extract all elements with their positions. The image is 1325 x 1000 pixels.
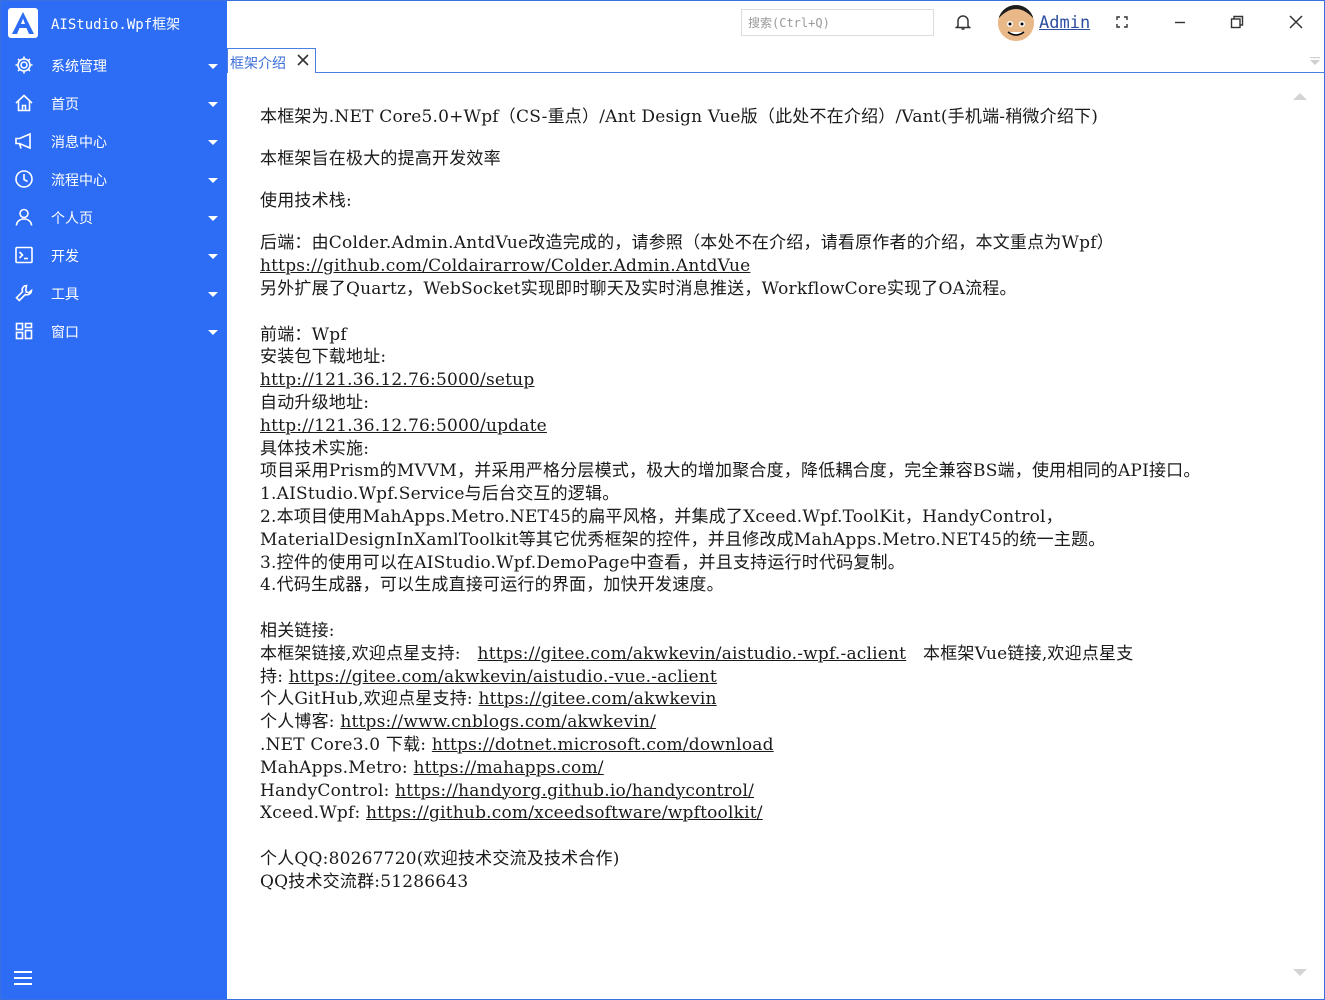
windows-icon — [14, 321, 34, 341]
sidebar-item-profile[interactable]: 个人页 — [0, 198, 227, 236]
star-links-line: 本框架链接,欢迎点星支持: https://gitee.com/akwkevin… — [260, 643, 1280, 689]
sidebar-item-workflow[interactable]: 流程中心 — [0, 160, 227, 198]
tech-stack-title: 使用技术栈: — [260, 190, 352, 211]
intro-line-1: 本框架为.NET Core5.0+Wpf（CS-重点）/Ant Design V… — [260, 107, 1099, 127]
dotnet-line: .NET Core3.0 下载: https://dotnet.microsof… — [260, 734, 1280, 757]
bell-icon[interactable] — [954, 13, 972, 31]
xceed-label: Xceed.Wpf: — [260, 803, 361, 824]
backend-link[interactable]: https://github.com/Coldairarrow/Colder.A… — [260, 256, 750, 276]
minimize-icon[interactable] — [1170, 12, 1190, 32]
tab-label: 框架介绍 — [230, 55, 286, 71]
tab-framework-intro[interactable]: 框架介绍 — [227, 48, 316, 73]
gear-icon — [14, 55, 34, 75]
links-title: 相关链接: — [260, 620, 335, 641]
search-input[interactable] — [748, 14, 927, 31]
xceed-line: Xceed.Wpf: https://github.com/xceedsoftw… — [260, 802, 1280, 825]
caret-down-icon — [208, 178, 218, 183]
sidebar-item-label: 个人页 — [51, 210, 93, 226]
search-box[interactable] — [741, 9, 934, 36]
sidebar-item-window[interactable]: 窗口 — [0, 312, 227, 350]
frontend-title: 前端：Wpf — [260, 324, 347, 345]
scroll-down-icon[interactable] — [1293, 969, 1307, 976]
sidebar-item-label: 首页 — [51, 96, 79, 112]
caret-down-icon — [208, 216, 218, 221]
avatar[interactable] — [998, 5, 1034, 41]
sidebar-menu: 系统管理 首页 消息中心 流程中心 个人页 开发 工具 窗口 — [0, 46, 227, 350]
implementation-body: 项目采用Prism的MVVM，并采用严格分层模式，极大的增加聚合度，降低耦合度，… — [260, 461, 1201, 482]
megaphone-icon — [14, 131, 34, 151]
dotnet-label: .NET Core3.0 下载: — [260, 734, 427, 755]
caret-down-icon — [208, 292, 218, 297]
vue-link[interactable]: https://gitee.com/akwkevin/aistudio.-vue… — [289, 667, 717, 687]
sidebar-item-develop[interactable]: 开发 — [0, 236, 227, 274]
scroll-up-icon[interactable] — [1293, 93, 1307, 100]
sidebar-item-system[interactable]: 系统管理 — [0, 46, 227, 84]
sidebar-item-label: 窗口 — [51, 324, 79, 340]
mahapps-label: MahApps.Metro: — [260, 757, 408, 778]
sidebar-item-label: 消息中心 — [51, 134, 107, 150]
restore-icon[interactable] — [1227, 12, 1247, 32]
update-link[interactable]: http://121.36.12.76:5000/update — [260, 416, 547, 436]
mahapps-line: MahApps.Metro: https://mahapps.com/ — [260, 757, 1280, 780]
qq-line: 个人QQ:80267720(欢迎技术交流及技术合作) — [260, 848, 620, 869]
list-item: 4.代码生成器，可以生成直接可运行的界面，加快开发速度。 — [260, 575, 724, 596]
caret-down-icon — [208, 254, 218, 259]
blog-line: 个人博客: https://www.cnblogs.com/akwkevin/ — [260, 711, 1280, 734]
qq-group-line: QQ技术交流群:51286643 — [260, 871, 469, 892]
xceed-link[interactable]: https://github.com/xceedsoftware/wpftool… — [366, 803, 763, 823]
handycontrol-line: HandyControl: https://handyorg.github.io… — [260, 780, 1280, 803]
setup-link[interactable]: http://121.36.12.76:5000/setup — [260, 370, 534, 390]
list-item: 3.控件的使用可以在AIStudio.Wpf.DemoPage中查看，并且支持运… — [260, 552, 905, 573]
sidebar-item-label: 系统管理 — [51, 58, 107, 74]
handycontrol-label: HandyControl: — [260, 780, 390, 801]
list-item: 1.AIStudio.Wpf.Service与后台交互的逻辑。 — [260, 484, 620, 505]
blog-label: 个人博客: — [260, 712, 335, 733]
terminal-icon — [14, 245, 34, 265]
backend-extension: 另外扩展了Quartz，WebSocket实现即时聊天及实时消息推送，Workf… — [260, 278, 1017, 299]
update-label: 自动升级地址: — [260, 392, 370, 413]
star-label: 本框架链接,欢迎点星支持: — [260, 643, 461, 664]
intro-line-2: 本框架旨在极大的提高开发效率 — [260, 148, 501, 169]
tab-close-icon[interactable] — [296, 53, 310, 67]
fullscreen-icon[interactable] — [1112, 12, 1132, 32]
github-link[interactable]: https://gitee.com/akwkevin — [478, 689, 716, 709]
implementation-title: 具体技术实施: — [260, 438, 370, 459]
github-line: 个人GitHub,欢迎点星支持: https://gitee.com/akwke… — [260, 688, 1280, 711]
brand: AIStudio.Wpf框架 — [0, 0, 227, 46]
content-area: 本框架为.NET Core5.0+Wpf（CS-重点）/Ant Design V… — [227, 73, 1325, 1000]
caret-down-icon — [208, 64, 218, 69]
dotnet-link[interactable]: https://dotnet.microsoft.com/download — [432, 735, 774, 755]
hamburger-menu-icon[interactable] — [12, 968, 34, 988]
caret-down-icon — [208, 102, 218, 107]
mahapps-link[interactable]: https://mahapps.com/ — [413, 758, 603, 778]
sidebar: AIStudio.Wpf框架 系统管理 首页 消息中心 流程中心 个人页 开发 … — [0, 0, 227, 1000]
list-item: 2.本项目使用MahApps.Metro.NET45的扁平风格，并集成了Xcee… — [260, 506, 1106, 550]
caret-down-icon — [208, 330, 218, 335]
github-label: 个人GitHub,欢迎点星支持: — [260, 689, 473, 710]
sidebar-item-messages[interactable]: 消息中心 — [0, 122, 227, 160]
home-icon — [14, 93, 34, 113]
backend-line: 后端：由Colder.Admin.AntdVue改造完成的，请参照（本处不在介绍… — [260, 233, 1114, 254]
sidebar-item-label: 工具 — [51, 286, 79, 302]
sidebar-item-label: 开发 — [51, 248, 79, 264]
handycontrol-link[interactable]: https://handyorg.github.io/handycontrol/ — [395, 781, 754, 801]
tab-strip: 框架介绍 — [227, 46, 1325, 73]
star-link[interactable]: https://gitee.com/akwkevin/aistudio.-wpf… — [478, 644, 907, 664]
intro-document: 本框架为.NET Core5.0+Wpf（CS-重点）/Ant Design V… — [260, 106, 1280, 894]
setup-label: 安装包下载地址: — [260, 347, 387, 368]
app-logo — [8, 8, 38, 38]
username-link[interactable]: Admin — [1039, 13, 1090, 33]
sidebar-item-tools[interactable]: 工具 — [0, 274, 227, 312]
user-icon — [14, 207, 34, 227]
top-bar: Admin — [227, 0, 1325, 46]
wrench-icon — [14, 283, 34, 303]
close-icon[interactable] — [1286, 12, 1306, 32]
app-title: AIStudio.Wpf框架 — [51, 17, 181, 33]
clock-icon — [14, 169, 34, 189]
blog-link[interactable]: https://www.cnblogs.com/akwkevin/ — [340, 712, 656, 732]
tab-overflow-icon[interactable] — [1309, 54, 1321, 66]
sidebar-item-home[interactable]: 首页 — [0, 84, 227, 122]
sidebar-item-label: 流程中心 — [51, 172, 107, 188]
caret-down-icon — [208, 140, 218, 145]
